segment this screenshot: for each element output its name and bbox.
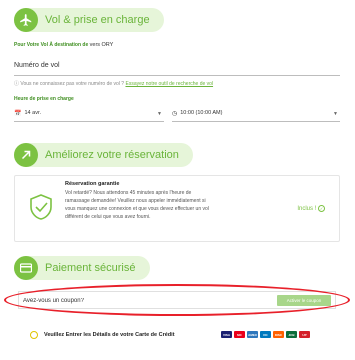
- pickup-time-select[interactable]: ◷ 10:00 (10:00 AM) ▼: [172, 106, 340, 120]
- flight-number-label: Numéro de vol: [14, 62, 60, 69]
- flight-section-header: Vol & prise en charge: [14, 8, 164, 32]
- upgrade-section-header: Améliorez votre réservation: [14, 143, 193, 167]
- flight-help-text: ⓘ Vous ne connaissez pas votre numéro de…: [14, 81, 214, 87]
- pickup-time-label: Heure de prise en charge: [14, 96, 74, 102]
- calendar-icon: 📅: [14, 110, 22, 117]
- pickup-time-underline: [172, 121, 340, 122]
- flight-number-input[interactable]: [14, 75, 340, 76]
- jcb-icon: JCB: [286, 331, 297, 338]
- upgrade-section-title: Améliorez votre réservation: [45, 149, 179, 161]
- flight-search-link[interactable]: Essayez notre outil de recherche de vol: [125, 81, 213, 87]
- question-icon: ⓘ: [14, 81, 20, 87]
- check-circle-icon: ✓: [318, 205, 325, 212]
- destination-code: ORY: [101, 42, 114, 48]
- included-badge: Inclus ! ✓: [297, 205, 325, 213]
- discover-icon: DISC: [273, 331, 284, 338]
- payment-section-title: Paiement sécurisé: [45, 262, 136, 274]
- visa-icon: VISA: [221, 331, 232, 338]
- pickup-date-select[interactable]: 📅 14 avr. ▼: [14, 106, 164, 120]
- arrow-up-right-icon: [14, 143, 38, 167]
- pickup-date-underline: [14, 121, 164, 122]
- guarantee-card: Réservation garantie Vol retardé? Nous a…: [14, 175, 340, 242]
- chevron-down-icon: ▼: [157, 111, 162, 117]
- credit-card-radio[interactable]: [30, 331, 38, 339]
- guarantee-text: Vol retardé? Nous attendons 45 minutes a…: [65, 190, 209, 220]
- chevron-down-icon: ▼: [333, 111, 338, 117]
- destination-line: Pour Votre Vol À destination de vers ORY: [14, 42, 114, 48]
- unionpay-icon: UP: [299, 331, 310, 338]
- guarantee-title: Réservation garantie: [65, 181, 120, 187]
- credit-card-icon: [14, 256, 38, 280]
- credit-card-option-label[interactable]: Veuillez Entrer les Détails de votre Car…: [44, 332, 175, 338]
- card-brand-badges: VISA MC AMEX DC DISC JCB UP: [221, 331, 310, 338]
- annotation-ellipse: [4, 284, 350, 316]
- payment-section-header: Paiement sécurisé: [14, 256, 150, 280]
- shield-check-icon: [28, 193, 54, 226]
- airplane-icon: [14, 8, 38, 32]
- amex-icon: AMEX: [247, 331, 258, 338]
- mastercard-icon: MC: [234, 331, 245, 338]
- flight-section-title: Vol & prise en charge: [45, 14, 150, 26]
- diners-icon: DC: [260, 331, 271, 338]
- clock-icon: ◷: [172, 110, 178, 117]
